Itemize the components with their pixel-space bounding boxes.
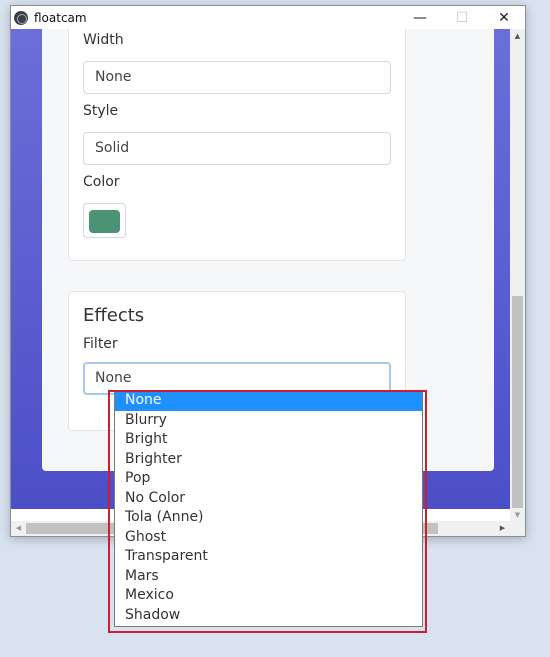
width-select[interactable]: None <box>83 61 391 94</box>
color-swatch <box>89 210 120 233</box>
filter-option[interactable]: Mexico <box>115 586 422 606</box>
window-controls: — ☐ ✕ <box>399 6 525 29</box>
style-label: Style <box>83 103 119 119</box>
border-settings-card: Width None Style Solid Color <box>68 29 406 261</box>
filter-option[interactable]: Brighter <box>115 450 422 470</box>
color-picker-button[interactable] <box>83 203 126 238</box>
window-title: floatcam <box>34 10 87 25</box>
filter-dropdown-list[interactable]: None Blurry Bright Brighter Pop No Color Tola … <box>114 390 423 627</box>
close-button[interactable]: ✕ <box>483 6 525 29</box>
width-label: Width <box>83 32 124 48</box>
filter-option[interactable]: Pop <box>115 469 422 489</box>
minimize-button[interactable]: — <box>399 6 441 29</box>
filter-option[interactable]: Bright <box>115 430 422 450</box>
scrollbar-corner <box>510 521 525 536</box>
style-select[interactable]: Solid <box>83 132 391 165</box>
title-bar: floatcam — ☐ ✕ <box>11 6 525 29</box>
maximize-button[interactable]: ☐ <box>441 6 483 29</box>
vertical-scrollbar[interactable]: ▲ ▼ <box>510 29 525 523</box>
scroll-up-arrow-icon[interactable]: ▲ <box>510 29 525 44</box>
filter-option[interactable]: Ghost <box>115 528 422 548</box>
filter-option[interactable]: Tola (Anne) <box>115 508 422 528</box>
filter-option[interactable]: Transparent <box>115 547 422 567</box>
color-label: Color <box>83 174 120 190</box>
filter-label: Filter <box>83 336 118 352</box>
effects-heading: Effects <box>83 305 145 326</box>
filter-option[interactable]: None <box>115 391 422 411</box>
scroll-left-arrow-icon[interactable]: ◀ <box>11 521 26 536</box>
filter-option[interactable]: Mars <box>115 567 422 587</box>
vertical-scroll-thumb[interactable] <box>512 296 523 508</box>
filter-option[interactable]: No Color <box>115 489 422 509</box>
filter-option[interactable]: Blurry <box>115 411 422 431</box>
filter-option[interactable]: Shadow <box>115 606 422 626</box>
floatcam-app-icon <box>14 10 28 25</box>
scroll-right-arrow-icon[interactable]: ▶ <box>495 521 510 536</box>
